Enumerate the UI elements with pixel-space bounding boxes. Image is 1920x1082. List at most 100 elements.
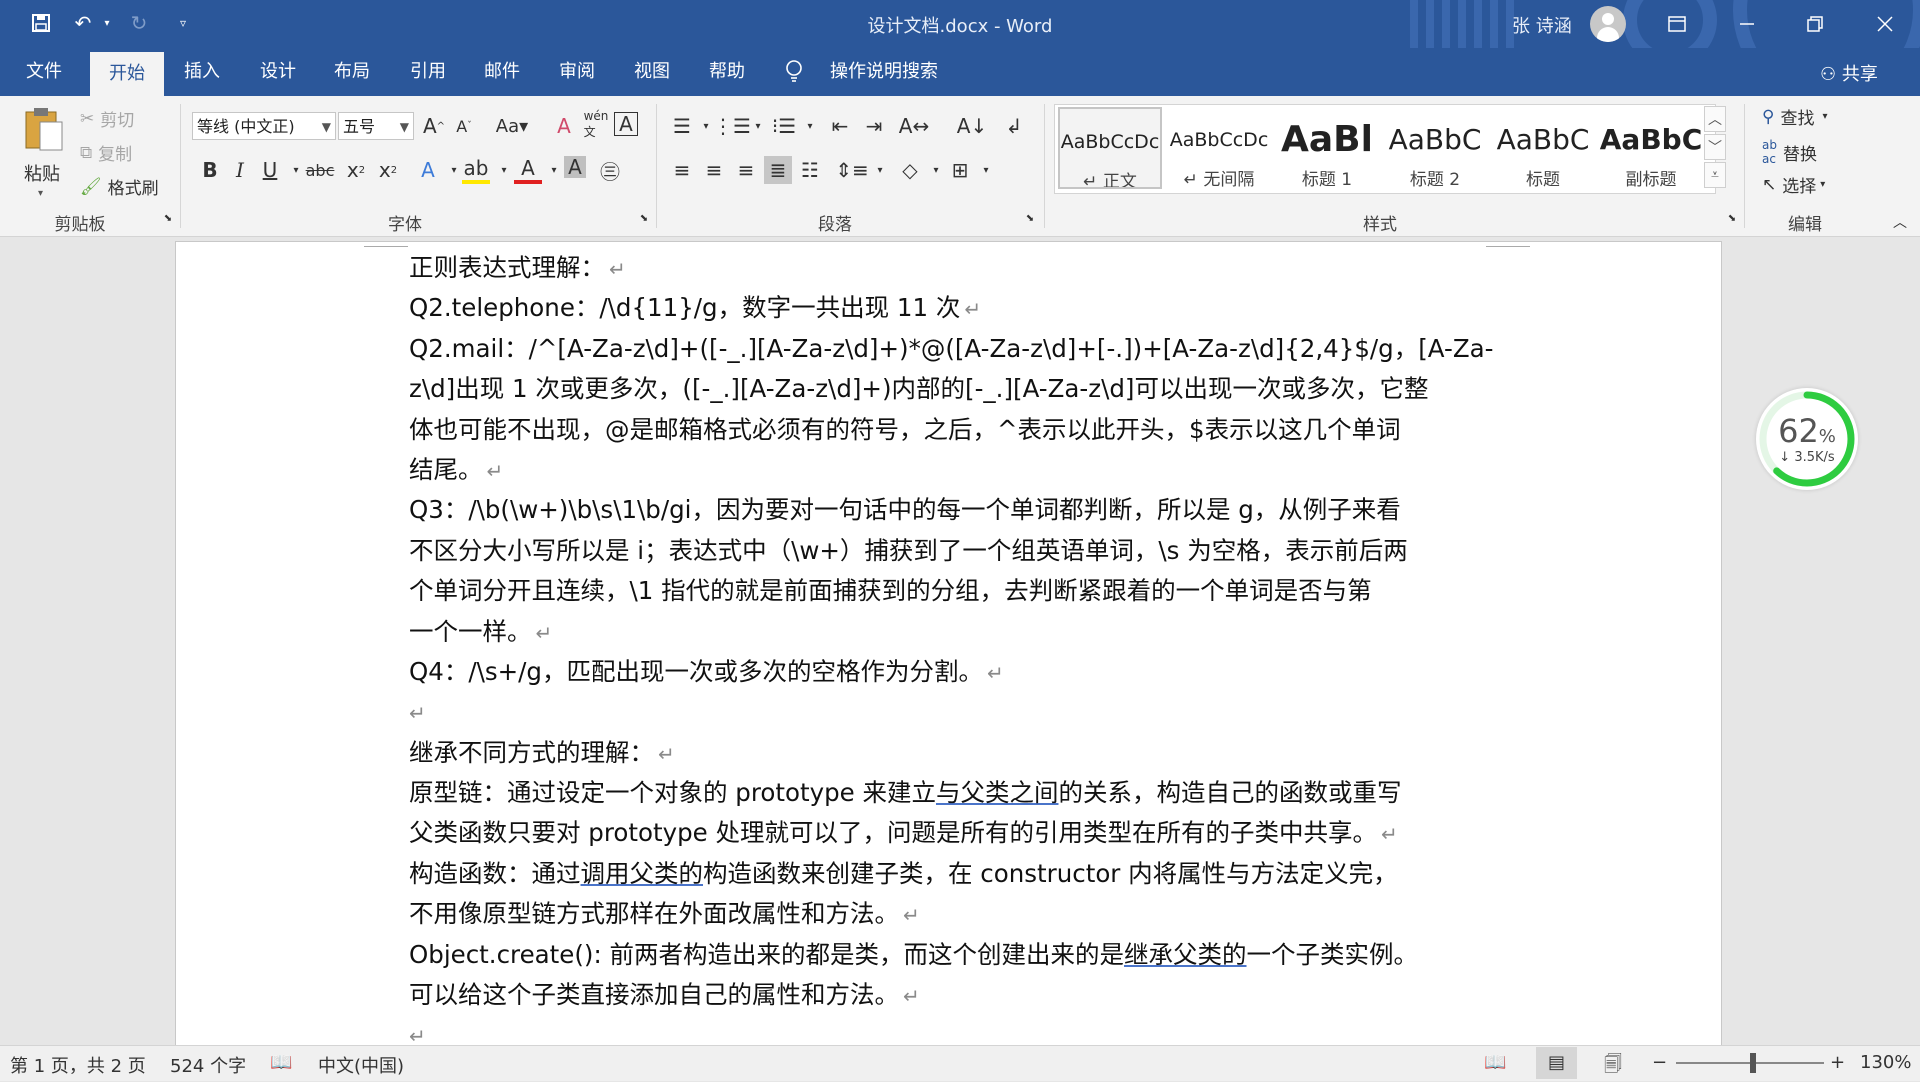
tab-mailings[interactable]: 邮件 [470,48,534,96]
change-case-icon[interactable]: Aa▾ [492,112,532,140]
borders-dropdown-icon[interactable]: ▾ [972,156,1000,184]
more-styles-icon[interactable]: ⩡ [1704,162,1726,188]
replace-button[interactable]: ab ac 替换 [1762,138,1817,166]
decrease-indent-icon[interactable]: ⇤ [826,112,854,140]
tab-help[interactable]: 帮助 [695,48,759,96]
bold-icon[interactable]: B [196,156,224,184]
document-body[interactable]: 正则表达式理解： ↵ Q2.telephone：/\d{11}/g，数字一共出现 … [409,248,1494,1045]
justify-icon[interactable]: ≣ [764,156,792,184]
strikethrough-icon[interactable]: abc [306,156,335,184]
select-button[interactable]: ↖ 选择 ▾ [1762,172,1825,198]
style-name: 标题 2 [1409,170,1461,189]
format-painter-button[interactable]: 🖌 格式刷 [80,174,159,200]
phonetic-guide-icon[interactable]: wén 文 [582,109,610,139]
numbering-icon[interactable]: ⋮☰ [713,112,751,140]
text-effects-icon[interactable]: A [414,156,442,184]
tab-insert[interactable]: 插入 [170,48,234,96]
copy-button[interactable]: ⧉ 复制 [80,140,132,166]
multilevel-list-icon[interactable]: ⁝☰ [770,112,798,140]
font-color-icon[interactable]: A [514,156,542,184]
underline-icon[interactable]: U [256,156,284,184]
line-spacing-icon[interactable]: ⇕≡ [835,156,869,184]
zoom-slider-thumb[interactable] [1750,1053,1756,1073]
style-no-spacing[interactable]: AaBbCcDc ↵ 无间隔 [1167,107,1271,189]
tab-file[interactable]: 文件 [14,48,74,96]
sort-icon[interactable]: A↓ [957,112,987,140]
zoom-in-button[interactable]: + [1830,1052,1845,1073]
shrink-font-icon[interactable]: Aˇ [450,112,478,140]
font-size-dropdown[interactable]: 五号 ▼ [338,112,414,140]
align-right-icon[interactable]: ≡ [732,156,760,184]
styles-launcher-icon[interactable]: ⬊ [1724,210,1740,226]
read-mode-icon[interactable]: 📖 [1484,1052,1506,1073]
show-marks-icon[interactable]: ↲ [1000,112,1028,140]
grow-font-icon[interactable]: A ^ [420,112,448,140]
word-count[interactable]: 524 个字 [170,1052,246,1078]
styles-gallery: AaBbCcDc ↵ 正文 AaBbCcDc ↵ 无间隔 AaBl 标题 1 A… [1054,104,1716,194]
tab-references[interactable]: 引用 [396,48,460,96]
increase-indent-icon[interactable]: ⇥ [860,112,888,140]
user-name[interactable]: 张 诗涵 [1512,12,1572,38]
tab-view[interactable]: 视图 [620,48,684,96]
tab-layout[interactable]: 布局 [320,48,384,96]
web-layout-icon[interactable]: 🗐 [1604,1052,1622,1082]
find-button[interactable]: ⚲ 查找 ▾ [1762,104,1827,130]
avatar[interactable] [1590,6,1626,42]
highlight-icon[interactable]: ab [462,156,490,184]
scroll-down-icon[interactable]: ﹀ [1704,134,1726,160]
style-normal[interactable]: AaBbCcDc ↵ 正文 [1058,107,1162,189]
subscript-icon[interactable]: x2 [342,156,370,184]
tab-review[interactable]: 审阅 [545,48,609,96]
minimize-icon[interactable] [1724,10,1770,38]
page-count[interactable]: 第 1 页，共 2 页 [10,1052,146,1078]
align-left-icon[interactable]: ≡ [668,156,696,184]
net-speed-widget[interactable]: 62% ↓ 3.5K/s [1756,388,1858,490]
align-center-icon[interactable]: ≡ [700,156,728,184]
collapse-ribbon-icon[interactable]: ︿ [1886,208,1914,236]
line-spacing-dropdown-icon[interactable]: ▾ [866,156,894,184]
doc-line: 原型链：通过设定一个对象的 prototype 来建立与父类之间的关系，构造自己… [409,778,1402,808]
superscript-icon[interactable]: x2 [374,156,402,184]
print-layout-icon[interactable]: ▤ [1536,1047,1578,1079]
paste-dropdown-icon: ▾ [38,188,44,199]
character-shading-icon[interactable]: A [564,155,586,179]
paste-button[interactable]: 粘贴 ▾ [18,104,72,204]
numbering-dropdown-icon[interactable]: ▾ [744,112,772,140]
character-border-icon[interactable]: A [614,112,638,136]
language[interactable]: 中文(中国) [318,1052,404,1078]
zoom-out-button[interactable]: − [1652,1052,1667,1073]
style-heading-1[interactable]: AaBl 标题 1 [1275,107,1379,189]
doc-line: 一个一样。 ↵ [409,616,553,646]
tell-me-search[interactable]: 操作说明搜索 [822,48,946,96]
share-button[interactable]: ⚇ 共享 [1820,60,1878,86]
proofing-icon[interactable]: 📖 [270,1052,292,1073]
zoom-level[interactable]: 130% [1860,1052,1911,1073]
distributed-icon[interactable]: ☷ [796,156,824,184]
style-name: ↵ 无间隔 [1183,170,1255,189]
enclose-characters-icon[interactable]: ㊂ [596,156,624,184]
scroll-up-icon[interactable]: ︿ [1704,106,1726,132]
clear-formatting-icon[interactable]: A [550,112,578,140]
clipboard-launcher-icon[interactable]: ⬊ [160,210,176,226]
doc-line: Q2.mail：/^[A-Za-z\d]+([-_.][A-Za-z\d]+)*… [409,333,1494,363]
cut-button[interactable]: ✂ 剪切 [80,106,134,132]
font-launcher-icon[interactable]: ⬊ [636,210,652,226]
style-sample: AaBbC [1496,123,1590,156]
font-name-dropdown[interactable]: 等线 (中文正) ▼ [192,112,336,140]
ribbon-display-icon[interactable] [1654,10,1700,38]
restore-icon[interactable] [1792,10,1838,38]
italic-icon[interactable]: I [226,156,254,184]
document-page[interactable]: 正则表达式理解： ↵ Q2.telephone：/\d{11}/g，数字一共出现 … [175,241,1722,1045]
asian-layout-icon[interactable]: A↔ [899,112,929,140]
doc-line: 不区分大小写所以是 i；表达式中（\w+）捕获到了一个组英语单词，\s 为空格，… [409,535,1408,565]
style-heading-2[interactable]: AaBbC 标题 2 [1383,107,1487,189]
paragraph-launcher-icon[interactable]: ⬊ [1022,210,1038,226]
style-title[interactable]: AaBbC 标题 [1491,107,1595,189]
borders-icon[interactable]: ⊞ [946,156,974,184]
multilevel-dropdown-icon[interactable]: ▾ [796,112,824,140]
style-subtitle[interactable]: AaBbC 副标题 [1599,107,1703,189]
tab-design[interactable]: 设计 [246,48,310,96]
shading-icon[interactable]: ◇ [896,156,924,184]
close-icon[interactable] [1862,10,1908,38]
tab-home[interactable]: 开始 [90,52,164,96]
